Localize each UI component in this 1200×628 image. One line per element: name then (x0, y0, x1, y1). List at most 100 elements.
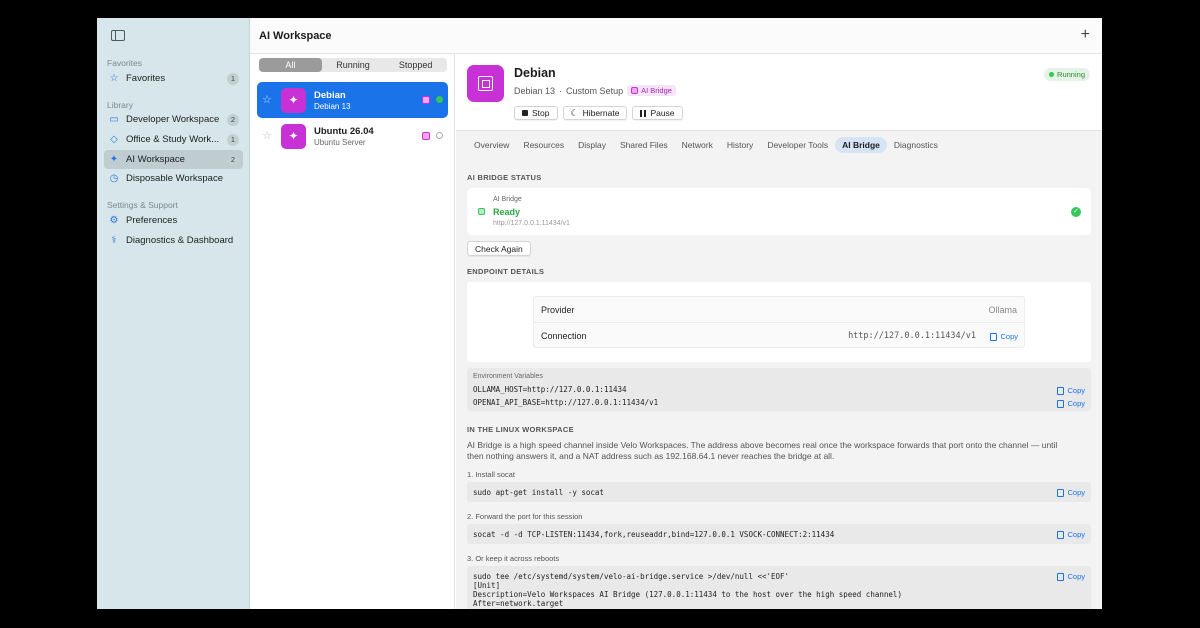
vm-row-debian[interactable]: ☆ ✦ Debian Debian 13 (257, 82, 448, 118)
linux-description-2: then nothing answers it, and a NAT addre… (467, 451, 835, 461)
check-again-button[interactable]: Check Again (467, 241, 531, 256)
vm-subtitle: Debian 13 · Custom Setup AI Bridge (514, 85, 676, 96)
sidebar-item-preferences[interactable]: ⚙ Preferences (104, 211, 243, 230)
running-status-icon (436, 96, 443, 103)
tab-shared-files[interactable]: Shared Files (613, 137, 675, 153)
setup-label: Custom Setup (566, 85, 624, 96)
env-line: OPENAI_API_BASE=http://127.0.0.1:11434/v… (473, 398, 659, 407)
tab-resources[interactable]: Resources (516, 137, 571, 153)
sidebar-item-developer-workspace[interactable]: ▭ Developer Workspace 2 (104, 110, 243, 129)
sparkles-icon: ✦ (109, 153, 119, 165)
env-line: OLLAMA_HOST=http://127.0.0.1:11434 (473, 385, 627, 394)
add-icon[interactable]: + (1081, 26, 1090, 44)
ai-bridge-badge: AI Bridge (627, 85, 676, 96)
filter-segmented-control: All Running Stopped (259, 58, 447, 72)
graduation-cap-icon: ◇ (110, 133, 118, 145)
code-block-service: sudo tee /etc/systemd/system/velo-ai-bri… (467, 566, 1091, 609)
bridge-state: Ready (493, 207, 521, 217)
favorite-star-icon[interactable]: ☆ (262, 129, 272, 142)
copy-env-host-button[interactable]: Copy (1057, 386, 1085, 395)
detail-pane: Debian Debian 13 · Custom Setup AI Bridg… (456, 54, 1102, 609)
step-label: 2. Forward the port for this session (467, 512, 583, 521)
sidebar-section-favorites: Favorites (107, 58, 142, 68)
running-dot-icon (1049, 72, 1055, 77)
ai-bridge-icon (631, 87, 639, 94)
vm-sparkle-icon: ✦ (281, 124, 306, 149)
detail-tabs: Overview Resources Display Shared Files … (467, 137, 945, 153)
tab-overview[interactable]: Overview (467, 137, 516, 153)
laptop-icon: ▭ (109, 113, 119, 125)
tab-diagnostics[interactable]: Diagnostics (887, 137, 945, 153)
sidebar: Favorites ☆ Favorites 1 Library ▭ Develo… (97, 18, 250, 609)
tab-developer-tools[interactable]: Developer Tools (760, 137, 835, 153)
endpoint-details-header: ENDPOINT DETAILS (467, 267, 545, 276)
filter-stopped[interactable]: Stopped (384, 58, 447, 72)
hibernate-button[interactable]: ☾ Hibernate (562, 106, 628, 120)
copy-env-base-button[interactable]: Copy (1057, 399, 1085, 408)
env-vars-title: Environment Variables (473, 373, 543, 380)
vm-title: Debian (514, 66, 556, 80)
tab-history[interactable]: History (720, 137, 760, 153)
copy-label: Copy (1067, 572, 1085, 581)
code-block-forward: socat -d -d TCP-LISTEN:11434,fork,reusea… (467, 524, 1091, 544)
favorite-star-icon[interactable]: ☆ (262, 93, 272, 106)
bridge-status-card: AI Bridge Ready http://127.0.0.1:11434/v… (467, 188, 1091, 235)
copy-service-button[interactable]: Copy (1057, 572, 1085, 581)
sidebar-item-count: 1 (227, 72, 239, 85)
bridge-label: AI Bridge (493, 196, 522, 203)
copy-icon (1057, 399, 1065, 408)
bridge-status-header: AI BRIDGE STATUS (467, 173, 542, 182)
vm-list-pane: All Running Stopped ☆ ✦ Debian Debian 13… (250, 54, 455, 609)
sidebar-item-label: Diagnostics & Dashboard (126, 235, 234, 246)
endpoint-card: Provider Ollama Connection http://127.0.… (467, 282, 1091, 362)
divider (534, 322, 1024, 323)
titlebar: AI Workspace + (250, 18, 1102, 54)
copy-label: Copy (1067, 488, 1085, 497)
vm-row-ubuntu[interactable]: ☆ ✦ Ubuntu 26.04 Ubuntu Server (257, 118, 448, 154)
action-toolbar: Stop ☾ Hibernate Pause (514, 106, 683, 120)
copy-install-button[interactable]: Copy (1057, 488, 1085, 497)
filter-running[interactable]: Running (322, 58, 385, 72)
sidebar-item-disposable-workspace[interactable]: ◷ Disposable Workspace (104, 169, 243, 188)
sidebar-section-settings: Settings & Support (107, 200, 178, 210)
sidebar-item-count: 2 (227, 113, 239, 126)
copy-label: Copy (1067, 386, 1085, 395)
provider-value: Ollama (988, 305, 1017, 315)
check-circle-icon: ✓ (1071, 207, 1081, 217)
copy-icon (990, 332, 998, 341)
stethoscope-icon: ⚕ (111, 234, 117, 246)
detail-header: Debian Debian 13 · Custom Setup AI Bridg… (456, 54, 1102, 131)
step-label: 3. Or keep it across reboots (467, 554, 560, 563)
linux-workspace-header: IN THE LINUX WORKSPACE (467, 425, 574, 434)
app-window: Favorites ☆ Favorites 1 Library ▭ Develo… (97, 18, 1102, 609)
copy-connection-button[interactable]: Copy (990, 332, 1018, 341)
stop-button[interactable]: Stop (514, 106, 558, 120)
copy-icon (1057, 572, 1065, 581)
sidebar-item-favorites[interactable]: ☆ Favorites 1 (104, 69, 243, 88)
tab-display[interactable]: Display (571, 137, 613, 153)
provider-label: Provider (541, 305, 575, 315)
sidebar-item-label: Preferences (126, 215, 178, 226)
sidebar-item-office-study[interactable]: ◇ Office & Study Work... 1 (104, 130, 243, 149)
star-icon: ☆ (109, 72, 119, 84)
pause-button[interactable]: Pause (632, 106, 683, 120)
sidebar-toggle-icon[interactable] (111, 30, 125, 41)
copy-icon (1057, 488, 1065, 497)
sidebar-item-ai-workspace[interactable]: ✦ AI Workspace 2 (104, 150, 243, 169)
copy-label: Copy (1067, 399, 1085, 408)
tab-ai-bridge[interactable]: AI Bridge (835, 137, 887, 153)
code-line: socat -d -d TCP-LISTEN:11434,fork,reusea… (473, 530, 835, 539)
filter-all[interactable]: All (259, 58, 322, 72)
linux-description-1: AI Bridge is a high speed channel inside… (467, 440, 1058, 450)
sidebar-item-diagnostics[interactable]: ⚕ Diagnostics & Dashboard (104, 231, 243, 250)
check-again-label: Check Again (475, 243, 523, 254)
connection-value: http://127.0.0.1:11434/v1 (848, 331, 976, 341)
copy-forward-button[interactable]: Copy (1057, 530, 1085, 539)
stopped-status-icon (436, 132, 443, 139)
gear-icon: ⚙ (109, 214, 119, 226)
code-line: After=network.target (473, 599, 564, 608)
copy-icon (1057, 386, 1065, 395)
sidebar-item-label: Favorites (126, 73, 166, 84)
sidebar-item-label: AI Workspace (126, 154, 185, 165)
tab-network[interactable]: Network (675, 137, 720, 153)
